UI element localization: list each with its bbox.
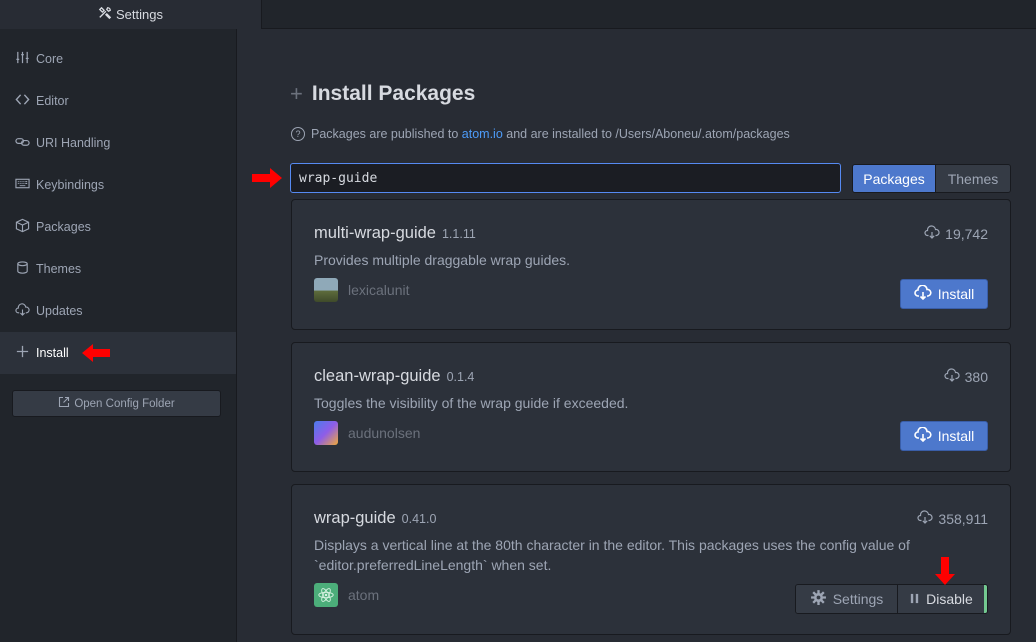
package-version: 0.1.4: [446, 370, 475, 384]
search-type-toggle: Packages Themes: [852, 164, 1011, 193]
package-owner[interactable]: lexicalunit: [314, 278, 409, 302]
package-description: Toggles the visibility of the wrap guide…: [314, 395, 629, 411]
sidebar-item-themes[interactable]: Themes: [0, 248, 236, 290]
page-title: Install Packages: [311, 82, 476, 105]
cloud-download-icon: [917, 510, 934, 527]
sidebar-item-label: Install: [36, 346, 69, 360]
package-icon: [15, 218, 30, 236]
package-version: 0.41.0: [401, 512, 437, 526]
package-card-clean-wrap-guide[interactable]: clean-wrap-guide 0.1.4 380 Toggles the vi…: [291, 342, 1011, 472]
avatar: [314, 278, 338, 302]
sidebar-item-updates[interactable]: Updates: [0, 290, 236, 332]
sidebar-item-label: Themes: [36, 262, 82, 276]
code-icon: [15, 92, 30, 110]
download-count-value: 19,742: [945, 225, 988, 242]
download-count: 358,911: [917, 510, 988, 527]
tab-settings[interactable]: Settings: [0, 0, 262, 29]
plus-icon: [15, 344, 30, 362]
settings-label: Settings: [832, 591, 884, 607]
annotation-arrow-right-icon: [252, 168, 282, 188]
sidebar-item-label: URI Handling: [36, 136, 111, 150]
link-icon: [15, 134, 30, 152]
section-heading: + Install Packages: [290, 81, 475, 107]
sidebar-item-editor[interactable]: Editor: [0, 80, 236, 122]
atom-io-link[interactable]: atom.io: [462, 127, 503, 141]
keyboard-icon: [15, 176, 30, 194]
sidebar-item-label: Packages: [36, 220, 91, 234]
owner-name: lexicalunit: [348, 282, 410, 298]
open-config-folder-label: Open Config Folder: [74, 397, 175, 410]
package-name[interactable]: clean-wrap-guide: [314, 367, 441, 385]
plus-icon: +: [290, 81, 303, 106]
download-count: 380: [944, 368, 988, 385]
packages-toggle-button[interactable]: Packages: [853, 165, 935, 192]
download-count-value: 380: [964, 368, 988, 385]
package-description: Displays a vertical line at the 80th cha…: [314, 537, 910, 573]
sidebar-item-packages[interactable]: Packages: [0, 206, 236, 248]
download-count: 19,742: [924, 225, 988, 242]
link-external-icon: [58, 396, 70, 411]
install-label: Install: [937, 428, 975, 444]
cloud-download-icon: [913, 426, 932, 445]
owner-name: atom: [348, 587, 380, 603]
package-description: Provides multiple draggable wrap guides.: [314, 252, 571, 268]
annotation-arrow-left-icon: [82, 344, 110, 362]
tab-bar: Settings: [0, 0, 1036, 29]
package-name-row: wrap-guide 0.41.0: [314, 509, 436, 528]
avatar: [314, 421, 338, 445]
annotation-arrow-down-icon: [935, 557, 955, 585]
sidebar-item-install[interactable]: Install: [0, 332, 236, 374]
pause-icon: [909, 591, 920, 607]
question-icon: ?: [291, 127, 305, 141]
package-name[interactable]: multi-wrap-guide: [314, 224, 436, 242]
package-card-wrap-guide[interactable]: wrap-guide 0.41.0 358,911 Displays a vert…: [291, 484, 1011, 635]
atom-logo-icon: [314, 583, 338, 607]
sidebar-item-keybindings[interactable]: Keybindings: [0, 164, 236, 206]
package-owner[interactable]: atom: [314, 583, 379, 607]
sidebar-item-core[interactable]: Core: [0, 38, 236, 80]
package-name[interactable]: wrap-guide: [314, 509, 396, 527]
sidebar-item-label: Editor: [36, 94, 69, 108]
cloud-download-icon: [913, 284, 932, 303]
gear-icon: [810, 589, 827, 609]
package-name-row: clean-wrap-guide 0.1.4: [314, 367, 474, 386]
tab-title: Settings: [116, 7, 163, 22]
open-config-folder-button[interactable]: Open Config Folder: [12, 390, 221, 417]
package-version: 1.1.11: [441, 227, 476, 241]
disable-label: Disable: [926, 591, 973, 607]
settings-button[interactable]: Settings: [796, 585, 897, 613]
install-location-info: ? Packages are published to atom.io and …: [291, 127, 790, 141]
download-count-value: 358,911: [938, 510, 988, 527]
tools-icon: [98, 6, 112, 23]
paintcan-icon: [15, 260, 30, 278]
sidebar-item-label: Updates: [36, 304, 83, 318]
cloud-download-icon: [15, 302, 30, 320]
install-panel: + Install Packages ? Packages are publis…: [237, 29, 1036, 642]
package-search-input[interactable]: [290, 163, 841, 193]
sliders-icon: [15, 50, 30, 68]
disable-button[interactable]: Disable: [897, 585, 987, 613]
package-name-row: multi-wrap-guide 1.1.11: [314, 224, 476, 243]
sidebar-item-label: Core: [36, 52, 64, 66]
package-actions: Settings Disable: [795, 584, 988, 614]
cloud-download-icon: [944, 368, 960, 385]
sidebar-item-uri-handling[interactable]: URI Handling: [0, 122, 236, 164]
settings-sidebar: Core Editor URI Handling Keybindings Pac…: [0, 29, 237, 642]
sidebar-item-label: Keybindings: [36, 178, 105, 192]
cloud-download-icon: [924, 225, 940, 242]
install-button[interactable]: Install: [900, 421, 988, 451]
install-label: Install: [937, 286, 975, 302]
themes-toggle-button[interactable]: Themes: [935, 165, 1010, 192]
install-button[interactable]: Install: [900, 279, 988, 309]
owner-name: audunolsen: [348, 425, 421, 441]
package-card-multi-wrap-guide[interactable]: multi-wrap-guide 1.1.11 19,742 Provides m…: [291, 199, 1011, 330]
package-owner[interactable]: audunolsen: [314, 421, 420, 445]
info-prefix: Packages are published to: [311, 127, 462, 141]
info-suffix: and are installed to /Users/Aboneu/.atom…: [502, 127, 790, 141]
